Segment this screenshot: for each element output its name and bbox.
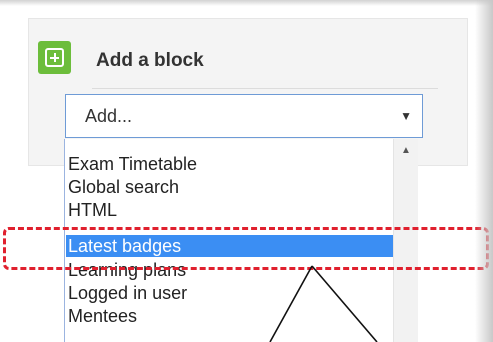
screenshot-frame: Add a block Add... ▼ Exam Timetable Glob… (0, 0, 493, 342)
frame-shadow-right (475, 0, 493, 342)
callout-pointer (269, 265, 378, 342)
